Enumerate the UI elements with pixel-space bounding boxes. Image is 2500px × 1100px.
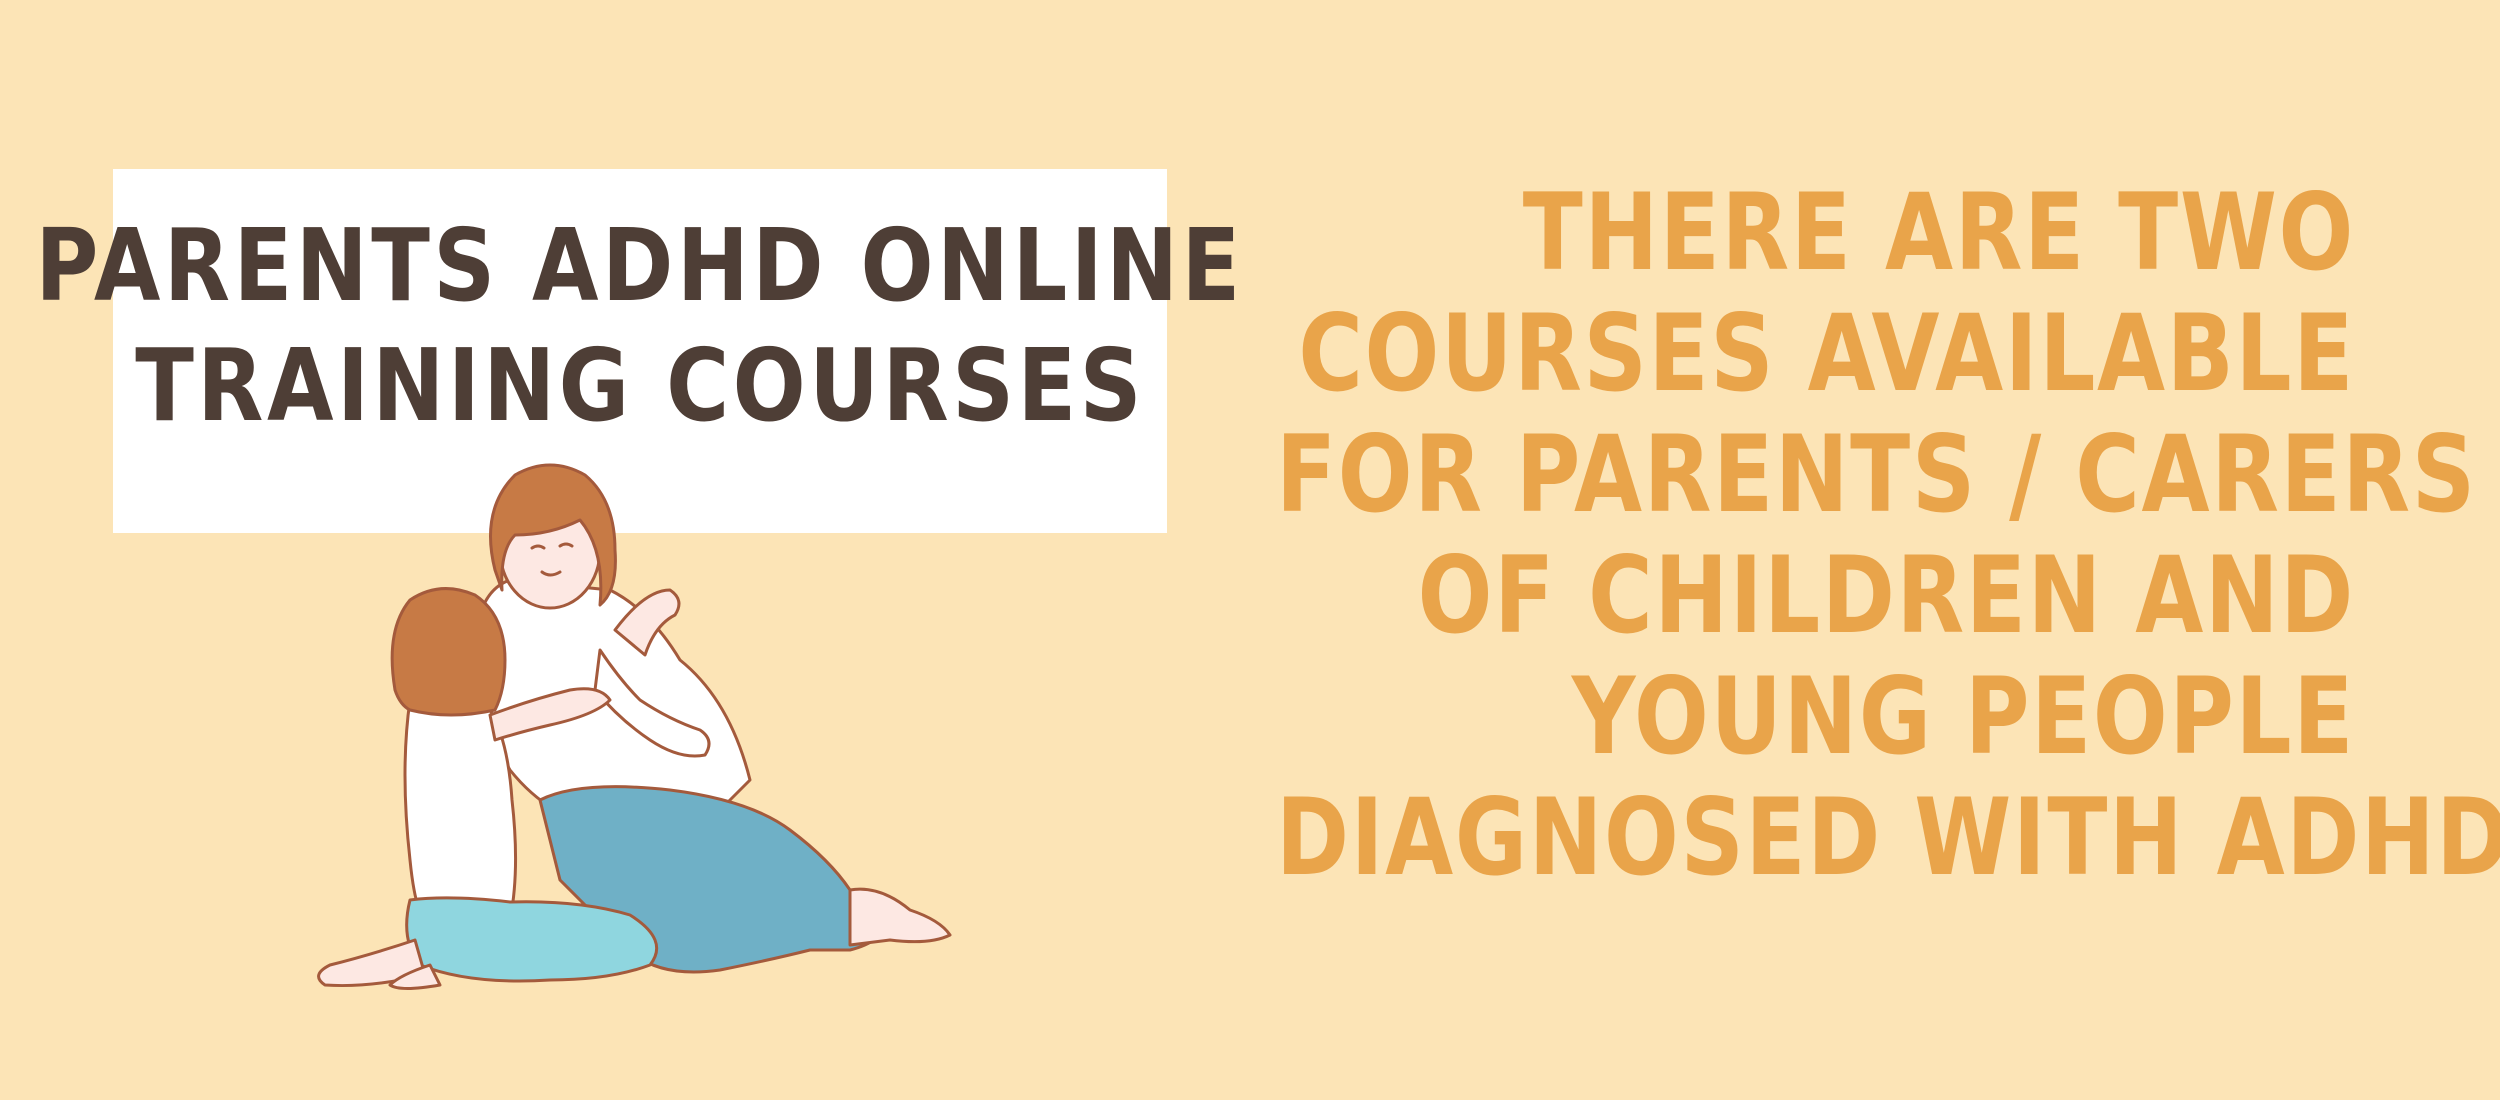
message-line-1: THERE ARE TWO [1522,171,2355,294]
message-line-4: OF CHILDREN AND [1417,534,2355,657]
message-line-6: DIAGNOSED WITH ADHD. [1276,776,2500,899]
message-line-3: FOR PARENTS / CARERS [1276,413,2477,536]
message-block: THERE ARE TWO COURSES AVAILABLE FOR PARE… [1055,171,2500,899]
message-line-2: COURSES AVAILABLE [1298,292,2355,415]
parent-and-child-illustration-icon [317,463,952,990]
title-line-2: TRAINING COURSES [135,327,1145,444]
message-line-5: YOUNG PEOPLE [1571,655,2355,778]
